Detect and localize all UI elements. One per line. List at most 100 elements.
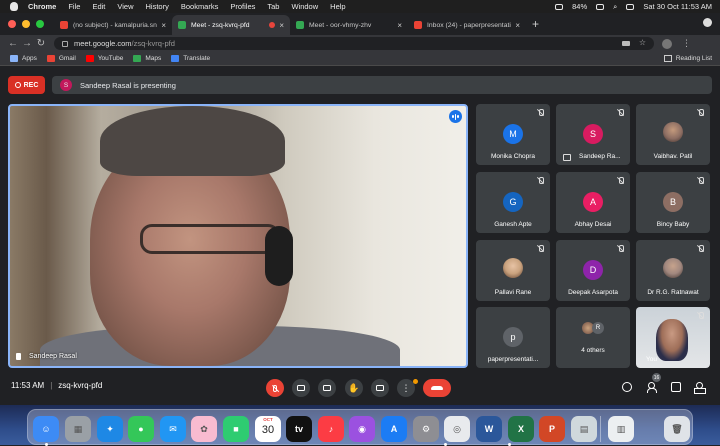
video-camera-icon bbox=[297, 385, 305, 391]
camera-in-use-icon[interactable] bbox=[622, 41, 630, 46]
menu-profiles[interactable]: Profiles bbox=[230, 2, 255, 11]
battery-icon[interactable] bbox=[555, 3, 564, 10]
tab-gmail-inbox[interactable]: Inbox (24) - paperpresentation × bbox=[408, 15, 526, 35]
speaker-hair bbox=[100, 106, 285, 176]
meeting-info: 11:53 AM | zsq-kvrq-pfd bbox=[11, 381, 102, 390]
menu-view[interactable]: View bbox=[117, 2, 133, 11]
tab-meet-other[interactable]: Meet - oor-vhmy-zhv × bbox=[290, 15, 408, 35]
tab-search-icon[interactable] bbox=[703, 18, 712, 27]
excel-app-icon[interactable]: X bbox=[508, 416, 534, 442]
bookmark-star-icon[interactable]: ☆ bbox=[639, 38, 646, 47]
participant-tile-dr-rg-ratnawat[interactable]: Dr R.G. Ratnawat bbox=[636, 240, 710, 301]
chrome-menu-icon[interactable]: ⋮ bbox=[682, 38, 691, 49]
reload-icon[interactable]: ↻ bbox=[34, 38, 48, 49]
preview-app-icon[interactable]: ▤ bbox=[571, 416, 597, 442]
control-center-icon[interactable] bbox=[626, 3, 635, 10]
menu-bookmarks[interactable]: Bookmarks bbox=[181, 2, 219, 11]
close-tab-icon[interactable]: × bbox=[397, 21, 402, 30]
present-now-button[interactable] bbox=[371, 379, 389, 397]
participant-tile-monika-chopra[interactable]: M Monika Chopra bbox=[476, 104, 550, 165]
downloads-stack-icon[interactable]: ▥ bbox=[608, 416, 634, 442]
meeting-details-icon[interactable] bbox=[622, 382, 632, 392]
menubar-clock[interactable]: Sat 30 Oct 11:53 AM bbox=[643, 2, 712, 11]
menu-history[interactable]: History bbox=[146, 2, 169, 11]
zoom-window-button[interactable] bbox=[36, 20, 44, 28]
participant-avatar: p bbox=[503, 327, 523, 347]
calendar-month: OCT bbox=[263, 417, 273, 422]
participant-tile-paperpresentation[interactable]: p paperpresentati... bbox=[476, 307, 550, 368]
bookmark-youtube[interactable]: YouTube bbox=[85, 55, 123, 62]
bookmark-gmail[interactable]: Gmail bbox=[46, 55, 76, 62]
photos-app-icon[interactable]: ✿ bbox=[191, 416, 217, 442]
participant-tile-deepak-asarpota[interactable]: D Deepak Asarpota bbox=[556, 240, 630, 301]
tab-gmail-no-subject[interactable]: (no subject) - kamalpuria.sne × bbox=[54, 15, 172, 35]
appstore-app-icon[interactable]: A bbox=[381, 416, 407, 442]
participant-tile-ganesh-apte[interactable]: G Ganesh Apte bbox=[476, 172, 550, 233]
menu-help[interactable]: Help bbox=[330, 2, 345, 11]
reading-list-button[interactable]: Reading List bbox=[663, 55, 712, 62]
participant-tile-others[interactable]: R 4 others bbox=[556, 307, 630, 368]
meeting-code[interactable]: zsq-kvrq-pfd bbox=[58, 381, 102, 390]
close-tab-icon[interactable]: × bbox=[161, 21, 166, 30]
leave-call-button[interactable] bbox=[423, 379, 451, 397]
bookmark-apps[interactable]: Apps bbox=[10, 55, 37, 62]
activities-icon[interactable] bbox=[694, 382, 706, 394]
hand-icon: ✋ bbox=[348, 382, 360, 393]
participant-tile-bincy-baby[interactable]: B Bincy Baby bbox=[636, 172, 710, 233]
tab-meet-active[interactable]: Meet - zsq-kvrq-pfd × bbox=[172, 15, 290, 35]
participant-tile-abhay-desai[interactable]: A Abhay Desai bbox=[556, 172, 630, 233]
menu-edit[interactable]: Edit bbox=[92, 2, 105, 11]
chrome-app-icon[interactable]: ◎ bbox=[444, 416, 470, 442]
minimize-window-button[interactable] bbox=[22, 20, 30, 28]
participant-tile-sandeep-rasal[interactable]: S Sandeep Ra... bbox=[556, 104, 630, 165]
mail-app-icon[interactable]: ✉ bbox=[160, 416, 186, 442]
recording-badge[interactable]: REC bbox=[8, 76, 45, 94]
lock-icon[interactable] bbox=[62, 40, 68, 47]
powerpoint-app-icon[interactable]: P bbox=[539, 416, 565, 442]
close-window-button[interactable] bbox=[8, 20, 16, 28]
profile-avatar[interactable] bbox=[662, 38, 672, 49]
new-tab-button[interactable]: + bbox=[532, 17, 539, 31]
finder-app-icon[interactable]: ☺ bbox=[33, 416, 59, 442]
participant-tile-pallavi-rane[interactable]: Pallavi Rane bbox=[476, 240, 550, 301]
menu-tab[interactable]: Tab bbox=[267, 2, 279, 11]
people-icon[interactable] bbox=[647, 382, 657, 393]
menu-app-name[interactable]: Chrome bbox=[28, 2, 56, 11]
raise-hand-button[interactable]: ✋ bbox=[345, 379, 363, 397]
menu-file[interactable]: File bbox=[68, 2, 80, 11]
bookmark-label: Apps bbox=[22, 55, 37, 62]
camera-toggle-button[interactable] bbox=[292, 379, 310, 397]
pin-icon[interactable] bbox=[16, 353, 21, 360]
messages-app-icon[interactable]: ● bbox=[128, 416, 154, 442]
bookmark-translate[interactable]: Translate bbox=[171, 55, 210, 62]
system-preferences-app-icon[interactable]: ⚙ bbox=[413, 416, 439, 442]
forward-arrow-icon[interactable]: → bbox=[20, 38, 34, 49]
safari-app-icon[interactable]: ✦ bbox=[97, 416, 123, 442]
search-icon[interactable]: ⌕ bbox=[613, 2, 617, 12]
self-view-tile[interactable]: You bbox=[636, 307, 710, 368]
menu-window[interactable]: Window bbox=[291, 2, 318, 11]
macos-menubar: Chrome File Edit View History Bookmarks … bbox=[0, 0, 720, 13]
facetime-app-icon[interactable]: ■ bbox=[223, 416, 249, 442]
chat-icon[interactable] bbox=[671, 382, 681, 392]
wifi-icon[interactable] bbox=[596, 3, 605, 10]
address-bar[interactable]: meet.google.com/zsq-kvrq-pfd ☆ bbox=[54, 37, 654, 50]
calendar-app-icon[interactable]: OCT 30 bbox=[255, 416, 281, 442]
word-app-icon[interactable]: W bbox=[476, 416, 502, 442]
music-app-icon[interactable]: ♪ bbox=[318, 416, 344, 442]
close-tab-icon[interactable]: × bbox=[279, 21, 284, 30]
launchpad-app-icon[interactable]: ▦ bbox=[65, 416, 91, 442]
captions-button[interactable] bbox=[318, 379, 336, 397]
main-speaker-video[interactable]: Sandeep Rasal bbox=[8, 104, 468, 368]
podcasts-app-icon[interactable]: ◉ bbox=[349, 416, 375, 442]
trash-icon[interactable]: 🗑 bbox=[664, 416, 690, 442]
participant-photo bbox=[663, 258, 683, 278]
microphone-toggle-button[interactable] bbox=[266, 379, 284, 397]
close-tab-icon[interactable]: × bbox=[515, 21, 520, 30]
translate-icon bbox=[171, 55, 180, 62]
bookmark-maps[interactable]: Maps bbox=[133, 55, 161, 62]
participant-tile-vaibhav-patil[interactable]: Vaibhav. Patil bbox=[636, 104, 710, 165]
appletv-app-icon[interactable]: tv bbox=[286, 416, 312, 442]
apple-menu-icon[interactable] bbox=[10, 2, 18, 11]
back-arrow-icon[interactable]: ← bbox=[6, 38, 20, 49]
